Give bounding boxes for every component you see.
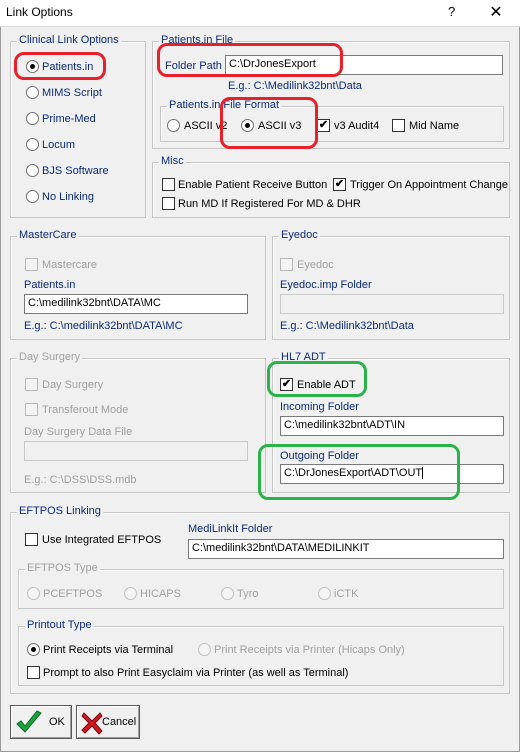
- group-legend: Printout Type: [25, 619, 94, 631]
- medilinkit-folder-label: MediLinkIt Folder: [188, 523, 273, 535]
- radio-print-terminal[interactable]: [27, 643, 40, 656]
- run-md-label[interactable]: Run MD If Registered For MD & DHR: [178, 198, 361, 210]
- radio-label-mims-script[interactable]: MIMS Script: [42, 87, 102, 99]
- ok-button[interactable]: OK: [10, 705, 72, 739]
- highlight-folder-path: [157, 43, 343, 77]
- group-legend: Misc: [159, 155, 186, 167]
- ok-button-label: OK: [49, 716, 65, 728]
- day-surgery-example: E.g.: C:\DSS\DSS.mdb: [24, 474, 137, 486]
- mid-name-checkbox[interactable]: [392, 119, 405, 132]
- group-legend: MasterCare: [17, 229, 79, 241]
- incoming-folder-label: Incoming Folder: [280, 401, 359, 413]
- eyedoc-field-label: Eyedoc.imp Folder: [280, 279, 372, 291]
- highlight-ascii-v3: [220, 97, 318, 149]
- trigger-appointment-label[interactable]: Trigger On Appointment Change: [350, 179, 508, 191]
- group-legend: EFTPOS Type: [25, 562, 100, 574]
- radio-prime-med[interactable]: [26, 112, 39, 125]
- radio-print-printer[interactable]: [198, 643, 211, 656]
- folder-path-example: E.g.: C:\Medilink32bnt\Data: [228, 80, 362, 92]
- x-icon: [81, 712, 103, 735]
- day-surgery-file-input[interactable]: [24, 441, 248, 461]
- mastercare-checkbox[interactable]: [25, 258, 38, 271]
- radio-locum[interactable]: [26, 138, 39, 151]
- radio-label-locum[interactable]: Locum: [42, 139, 75, 151]
- cancel-button[interactable]: Cancel: [76, 705, 140, 739]
- mastercare-patients-input[interactable]: C:\medilink32bnt\DATA\MC: [24, 294, 248, 314]
- radio-label-no-linking[interactable]: No Linking: [42, 191, 94, 203]
- group-legend: Day Surgery: [17, 351, 83, 363]
- eyedoc-folder-input[interactable]: [280, 294, 504, 314]
- prompt-easyclaim-label[interactable]: Prompt to also Print Easyclaim via Print…: [43, 667, 348, 679]
- radio-label-bjs-software[interactable]: BJS Software: [42, 165, 109, 177]
- radio-label-ictk[interactable]: iCTK: [334, 588, 358, 600]
- eyedoc-example: E.g.: C:\Medilink32bnt\Data: [280, 320, 414, 332]
- close-icon[interactable]: ✕: [484, 1, 508, 25]
- enable-patient-receive-label[interactable]: Enable Patient Receive Button: [178, 179, 327, 191]
- mastercare-field-label: Patients.in: [24, 279, 76, 291]
- radio-hicaps[interactable]: [124, 587, 137, 600]
- radio-bjs-software[interactable]: [26, 164, 39, 177]
- title-bar: Link Options ? ✕: [0, 0, 520, 27]
- group-legend: EFTPOS Linking: [17, 505, 103, 517]
- help-icon[interactable]: ?: [448, 4, 455, 19]
- enable-patient-receive-checkbox[interactable]: [162, 178, 175, 191]
- radio-label-tyro[interactable]: Tyro: [237, 588, 258, 600]
- radio-pceftpos[interactable]: [27, 587, 40, 600]
- v3-audit4-label[interactable]: v3 Audit4: [334, 120, 379, 132]
- use-integrated-eftpos-label[interactable]: Use Integrated EFTPOS: [42, 534, 161, 546]
- mastercare-example: E.g.: C:\medilink32bnt\DATA\MC: [24, 320, 183, 332]
- transferout-checkbox[interactable]: [25, 403, 38, 416]
- day-surgery-checkbox-label[interactable]: Day Surgery: [42, 379, 103, 391]
- group-legend: Eyedoc: [279, 229, 320, 241]
- radio-no-linking[interactable]: [26, 190, 39, 203]
- radio-label-hicaps[interactable]: HICAPS: [140, 588, 181, 600]
- cancel-button-label: Cancel: [102, 716, 137, 728]
- incoming-folder-input[interactable]: C:\medilink32bnt\ADT\IN: [280, 416, 504, 436]
- radio-label-print-printer[interactable]: Print Receipts via Printer (Hicaps Only): [214, 644, 405, 656]
- medilinkit-folder-input[interactable]: C:\medilink32bnt\DATA\MEDILINKIT: [188, 539, 504, 559]
- radio-label-print-terminal[interactable]: Print Receipts via Terminal: [43, 644, 173, 656]
- eyedoc-checkbox[interactable]: [280, 258, 293, 271]
- group-legend: Clinical Link Options: [17, 34, 121, 46]
- radio-label-pceftpos[interactable]: PCEFTPOS: [43, 588, 102, 600]
- highlight-enable-adt: [267, 361, 367, 397]
- eyedoc-checkbox-label[interactable]: Eyedoc: [297, 259, 334, 271]
- prompt-easyclaim-checkbox[interactable]: [27, 666, 40, 679]
- run-md-checkbox[interactable]: [162, 197, 175, 210]
- radio-ictk[interactable]: [318, 587, 331, 600]
- highlight-outgoing-folder: [258, 444, 460, 500]
- day-surgery-checkbox[interactable]: [25, 378, 38, 391]
- window-title: Link Options: [6, 5, 73, 19]
- radio-ascii-v2[interactable]: [167, 119, 180, 132]
- mid-name-label[interactable]: Mid Name: [409, 120, 459, 132]
- highlight-patients-in: [14, 52, 106, 80]
- mastercare-checkbox-label[interactable]: Mastercare: [42, 259, 97, 271]
- v3-audit4-checkbox[interactable]: ✔: [317, 119, 330, 132]
- day-surgery-field-label: Day Surgery Data File: [24, 426, 133, 438]
- radio-tyro[interactable]: [221, 587, 234, 600]
- transferout-label[interactable]: Transferout Mode: [42, 404, 128, 416]
- check-icon: [16, 710, 42, 733]
- trigger-appointment-checkbox[interactable]: ✔: [333, 178, 346, 191]
- use-integrated-eftpos-checkbox[interactable]: [25, 533, 38, 546]
- radio-label-prime-med[interactable]: Prime-Med: [42, 113, 96, 125]
- radio-mims-script[interactable]: [26, 86, 39, 99]
